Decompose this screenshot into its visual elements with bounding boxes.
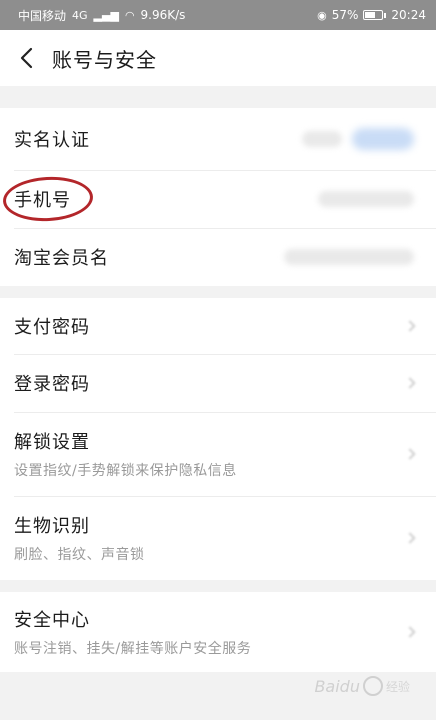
blurred-value: [318, 191, 414, 207]
account-info-group: 实名认证 手机号 淘宝会员名: [0, 108, 436, 286]
back-button[interactable]: [0, 30, 52, 86]
paw-icon: [362, 676, 383, 696]
row-title-security-center: 安全中心: [14, 610, 90, 631]
row-text-biometrics: 生物识别 刷脸、指纹、声音锁: [14, 512, 145, 564]
baidu-watermark: Baidu 经验: [314, 676, 410, 696]
row-title-member-name: 淘宝会员名: [14, 248, 109, 269]
chevron-right-icon: [404, 532, 416, 544]
row-real-name[interactable]: 实名认证: [0, 108, 436, 170]
chevron-right-icon: [404, 626, 416, 638]
clock: 20:24: [391, 8, 426, 22]
status-left: 中国移动 4G ▂▄▆ ◠ 9.96K/s: [18, 7, 185, 24]
chevron-right-icon: [404, 448, 416, 460]
row-text-unlock-settings: 解锁设置 设置指纹/手势解锁来保护隐私信息: [14, 428, 237, 480]
watermark-brand: Baidu: [314, 676, 360, 696]
row-title-biometrics: 生物识别: [14, 516, 90, 537]
battery-tip: [384, 12, 387, 18]
row-biometrics[interactable]: 生物识别 刷脸、指纹、声音锁: [0, 496, 436, 580]
chevron-left-icon: [20, 47, 33, 69]
row-right-real-name: [302, 128, 414, 150]
row-subtitle-biometrics: 刷脸、指纹、声音锁: [14, 547, 145, 563]
row-member-name[interactable]: 淘宝会员名: [0, 228, 436, 286]
blurred-value: [302, 131, 342, 147]
row-text-security-center: 安全中心 账号注销、挂失/解挂等账户安全服务: [14, 606, 251, 658]
row-login-password[interactable]: 登录密码: [0, 354, 436, 412]
blurred-badge: [352, 128, 414, 150]
chevron-right-icon: [404, 377, 416, 389]
row-subtitle-unlock-settings: 设置指纹/手势解锁来保护隐私信息: [14, 463, 237, 479]
network-speed: 9.96K/s: [140, 8, 186, 22]
row-right-phone: [318, 191, 414, 207]
security-center-group: 安全中心 账号注销、挂失/解挂等账户安全服务: [0, 592, 436, 672]
wifi-icon: ◠: [124, 8, 135, 22]
row-title-phone: 手机号: [14, 190, 71, 211]
blurred-value: [284, 249, 414, 265]
network-type-label: 4G: [72, 8, 88, 22]
status-bar: 中国移动 4G ▂▄▆ ◠ 9.96K/s ◉ 57% 20:24: [0, 0, 436, 30]
nav-bar: 账号与安全: [0, 30, 436, 86]
carrier-label: 中国移动: [18, 8, 67, 23]
watermark-sub: 经验: [385, 679, 410, 694]
row-title-unlock-settings: 解锁设置: [14, 432, 90, 453]
battery-icon: [363, 10, 384, 20]
row-title-pay-password: 支付密码: [14, 317, 90, 338]
battery-percent: 57%: [331, 8, 359, 22]
eye-comfort-icon: ◉: [317, 8, 327, 22]
status-right: ◉ 57% 20:24: [317, 8, 426, 22]
row-right-member-name: [284, 249, 414, 265]
row-pay-password[interactable]: 支付密码: [0, 298, 436, 354]
password-group: 支付密码 登录密码 解锁设置 设置指纹/手势解锁来保护隐私信息 生物识别 刷脸、…: [0, 298, 436, 580]
chevron-right-icon: [404, 320, 416, 332]
row-phone[interactable]: 手机号: [0, 170, 436, 228]
signal-icon: ▂▄▆: [93, 8, 119, 22]
row-unlock-settings[interactable]: 解锁设置 设置指纹/手势解锁来保护隐私信息: [0, 412, 436, 496]
row-title-login-password: 登录密码: [14, 374, 90, 395]
page-title: 账号与安全: [52, 47, 157, 72]
row-subtitle-security-center: 账号注销、挂失/解挂等账户安全服务: [14, 641, 252, 657]
row-security-center[interactable]: 安全中心 账号注销、挂失/解挂等账户安全服务: [0, 592, 436, 672]
row-title-real-name: 实名认证: [14, 130, 90, 151]
